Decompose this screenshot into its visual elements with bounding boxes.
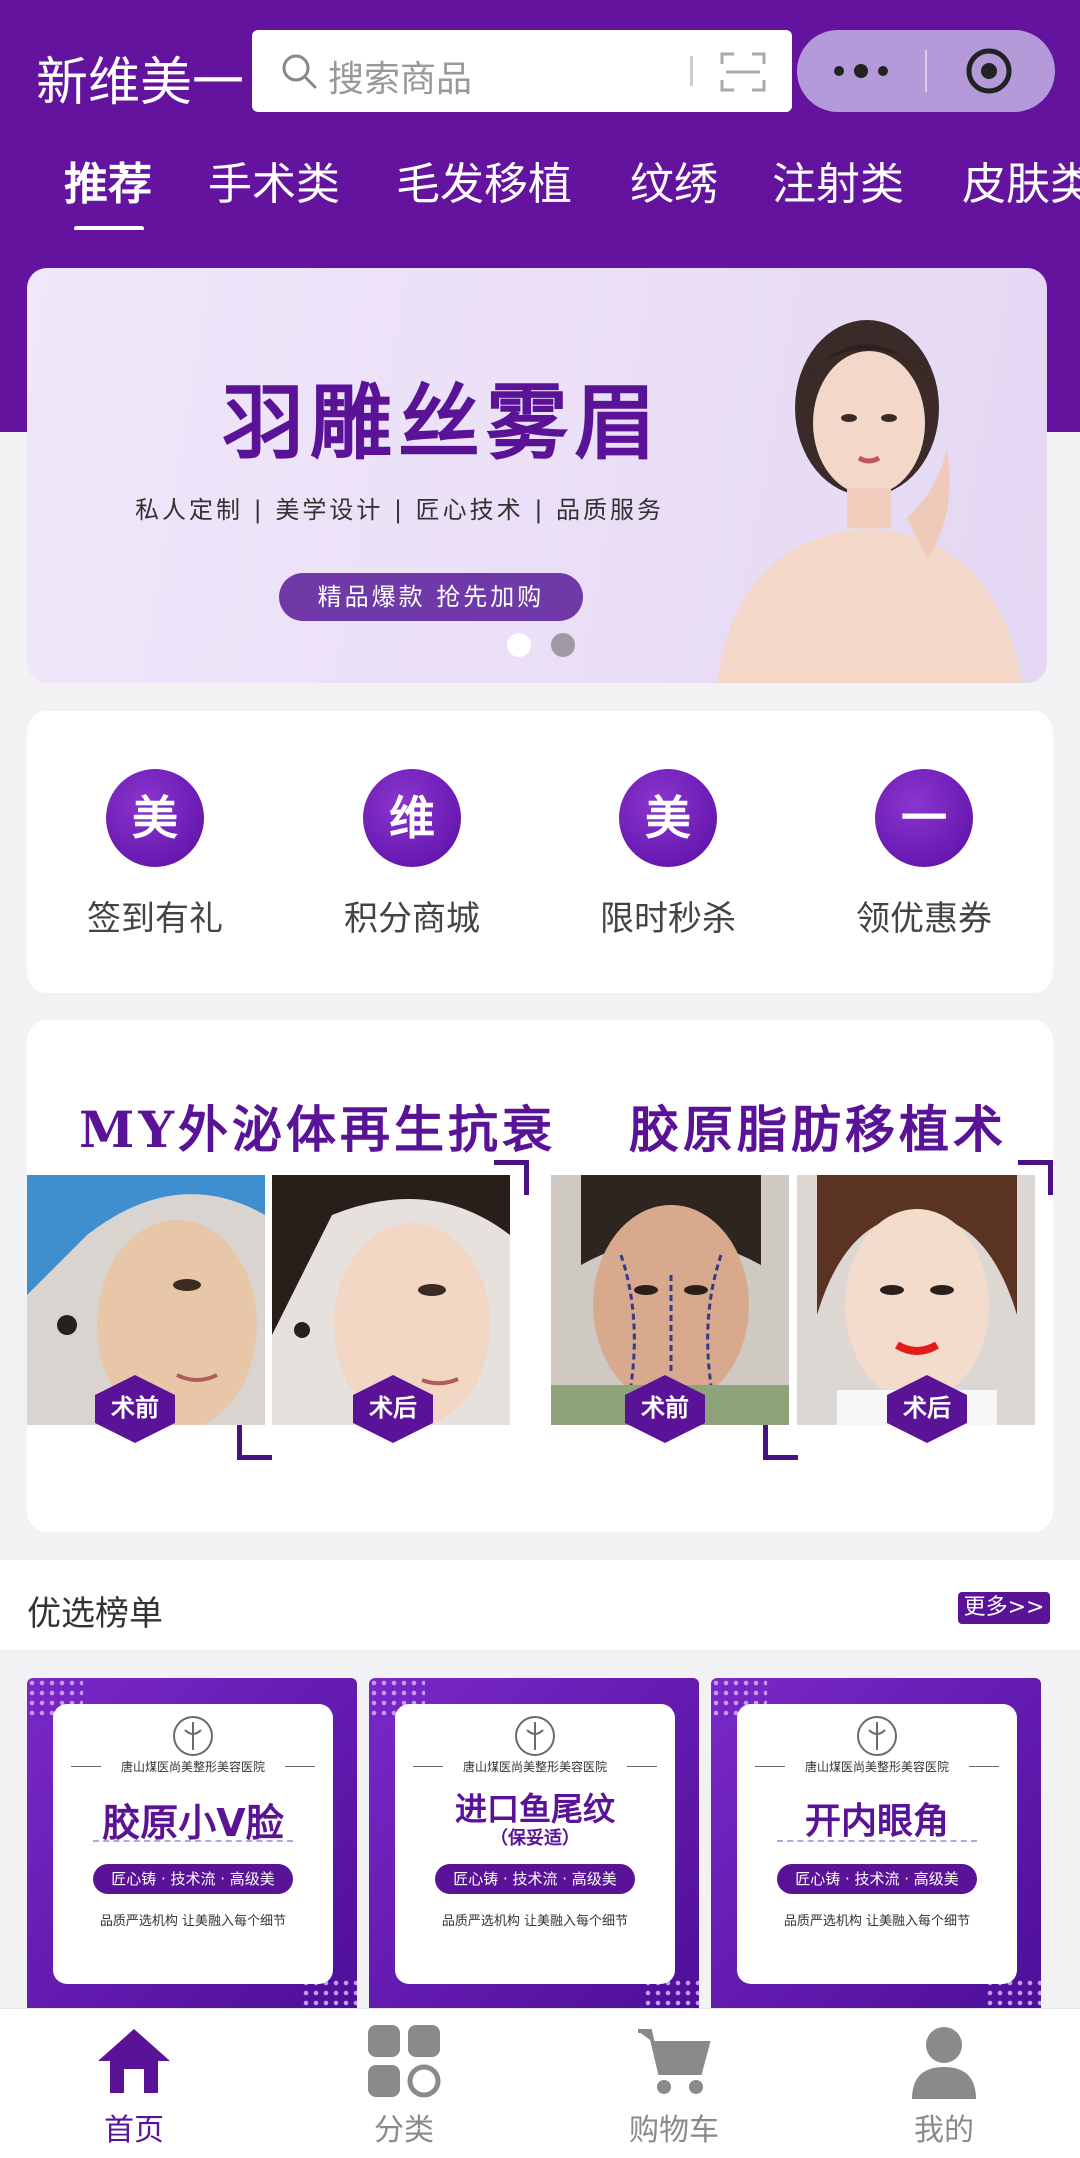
bottom-navigation: 首页 分类 购物车 我的 [0,2008,1080,2158]
corner-bracket [237,1425,272,1460]
nav-label: 我的 [914,2113,974,2148]
nav-profile[interactable]: 我的 [844,2021,1044,2149]
points-mall-icon: 维 [363,769,461,867]
quick-entry-flash-sale[interactable]: 美 限时秒杀 [568,769,768,940]
card-divider [93,1840,293,1842]
app-title: 新维美一 [36,53,245,113]
search-icon [282,54,317,89]
quick-entry-label: 积分商城 [344,899,480,939]
hospital-logo-icon [173,1716,213,1756]
top-header: 新维美一 搜索商品 [0,0,1080,150]
card-product-name: 开内眼角 [804,1801,949,1842]
corner-bracket [1018,1160,1053,1195]
after-label: 术后 [369,1394,417,1422]
nav-home[interactable]: 首页 [34,2021,234,2149]
category-tabs: 推荐 手术类 毛发移植 纹绣 注射类 皮肤类 [0,140,1080,230]
carousel-dot-active[interactable] [507,633,531,657]
nav-cart[interactable]: 购物车 [574,2021,774,2149]
card-note: 品质严选机构 让美融入每个细节 [99,1914,287,1929]
hospital-logo-icon [857,1716,897,1756]
card-product-name: 胶原小V脸 [102,1801,284,1845]
card-org-name: 唐山煤医尚美整形美容医院 [120,1760,265,1774]
close-target-icon[interactable] [965,47,1013,95]
ranking-title: 优选榜单 [27,1594,163,1634]
product-card[interactable]: 唐山煤医尚美整形美容医院 进口鱼尾纹 （保妥适） 匠心铸 · 技术流 · 高级美… [369,1678,699,2018]
tab-surgery[interactable]: 手术类 [208,148,340,212]
cart-icon [638,2029,711,2094]
card-slogan: 匠心铸 · 技术流 · 高级美 [93,1864,293,1894]
quick-entry-label: 限时秒杀 [600,899,736,939]
corner-bracket [494,1160,529,1195]
tab-hair-transplant[interactable]: 毛发移植 [396,148,572,212]
profile-icon [912,2027,976,2099]
banner-model-image [717,320,1022,683]
home-icon [98,2029,170,2093]
search-bar[interactable]: 搜索商品 [252,30,792,112]
card-content: 唐山煤医尚美整形美容医院 开内眼角 匠心铸 · 技术流 · 高级美 品质严选机构… [737,1704,1017,1984]
quick-entry-panel: 美 签到有礼 维 积分商城 美 限时秒杀 一 领优惠券 [27,711,1053,993]
search-placeholder: 搜索商品 [328,59,473,100]
quick-entry-signin[interactable]: 美 签到有礼 [55,769,255,940]
miniprogram-capsule [797,30,1055,112]
ranking-header: 优选榜单 更多>> [0,1560,1080,1650]
promo-banner[interactable]: 羽雕丝雾眉 私人定制 | 美学设计 | 匠心技术 | 品质服务 精品爆款 抢先加… [27,268,1047,683]
capsule-divider [925,50,927,92]
case-title[interactable]: 胶原脂肪移植术 [629,1090,1007,1162]
nav-category[interactable]: 分类 [304,2021,504,2149]
search-divider [690,56,693,86]
product-card[interactable]: 唐山煤医尚美整形美容医院 开内眼角 匠心铸 · 技术流 · 高级美 品质严选机构… [711,1678,1041,2018]
case-showcase: MY外泌体再生抗衰 胶原脂肪移植术 术前 术后 术前 术后 [27,1020,1053,1532]
signin-icon: 美 [106,769,204,867]
card-product-subname: （保妥适） [490,1828,580,1849]
tab-recommend[interactable]: 推荐 [64,148,152,212]
quick-entry-coupons[interactable]: 一 领优惠券 [824,769,1024,940]
corner-bracket [763,1425,798,1460]
active-tab-indicator [74,226,144,230]
quick-entry-label: 签到有礼 [87,899,223,939]
banner-title: 羽雕丝雾眉 [222,375,663,471]
tab-tattoo[interactable]: 纹绣 [630,148,718,212]
case-title[interactable]: MY外泌体再生抗衰 [79,1090,556,1162]
tab-injection[interactable]: 注射类 [772,148,904,212]
product-card[interactable]: 唐山煤医尚美整形美容医院 胶原小V脸 匠心铸 · 技术流 · 高级美 品质严选机… [27,1678,357,2018]
card-slogan: 匠心铸 · 技术流 · 高级美 [777,1864,977,1894]
card-slogan: 匠心铸 · 技术流 · 高级美 [435,1864,635,1894]
nav-label: 分类 [374,2113,434,2148]
more-button[interactable]: 更多>> [958,1592,1050,1624]
more-icon[interactable] [825,51,897,91]
card-org-name: 唐山煤医尚美整形美容医院 [462,1760,607,1774]
nav-label: 购物车 [629,2113,719,2148]
tab-skin[interactable]: 皮肤类 [962,148,1080,212]
nav-label: 首页 [104,2113,164,2148]
quick-entry-points-mall[interactable]: 维 积分商城 [312,769,512,940]
scan-icon[interactable] [720,50,766,94]
card-note: 品质严选机构 让美融入每个细节 [441,1914,629,1929]
card-note: 品质严选机构 让美融入每个细节 [783,1914,971,1929]
hospital-logo-icon [515,1716,555,1756]
before-label: 术前 [641,1394,689,1422]
card-content: 唐山煤医尚美整形美容医院 胶原小V脸 匠心铸 · 技术流 · 高级美 品质严选机… [53,1704,333,1984]
quick-entry-label: 领优惠券 [856,899,992,939]
before-label: 术前 [111,1394,159,1422]
card-org-name: 唐山煤医尚美整形美容医院 [804,1760,949,1774]
carousel-dot[interactable] [551,633,575,657]
card-divider [777,1840,977,1842]
category-icon [368,2025,441,2098]
after-label: 术后 [903,1394,951,1422]
flash-sale-icon: 美 [619,769,717,867]
banner-cta[interactable]: 精品爆款 抢先加购 [279,573,583,621]
banner-subtitle: 私人定制 | 美学设计 | 匠心技术 | 品质服务 [135,496,665,524]
coupon-icon: 一 [875,769,973,867]
card-content: 唐山煤医尚美整形美容医院 进口鱼尾纹 （保妥适） 匠心铸 · 技术流 · 高级美… [395,1704,675,1984]
